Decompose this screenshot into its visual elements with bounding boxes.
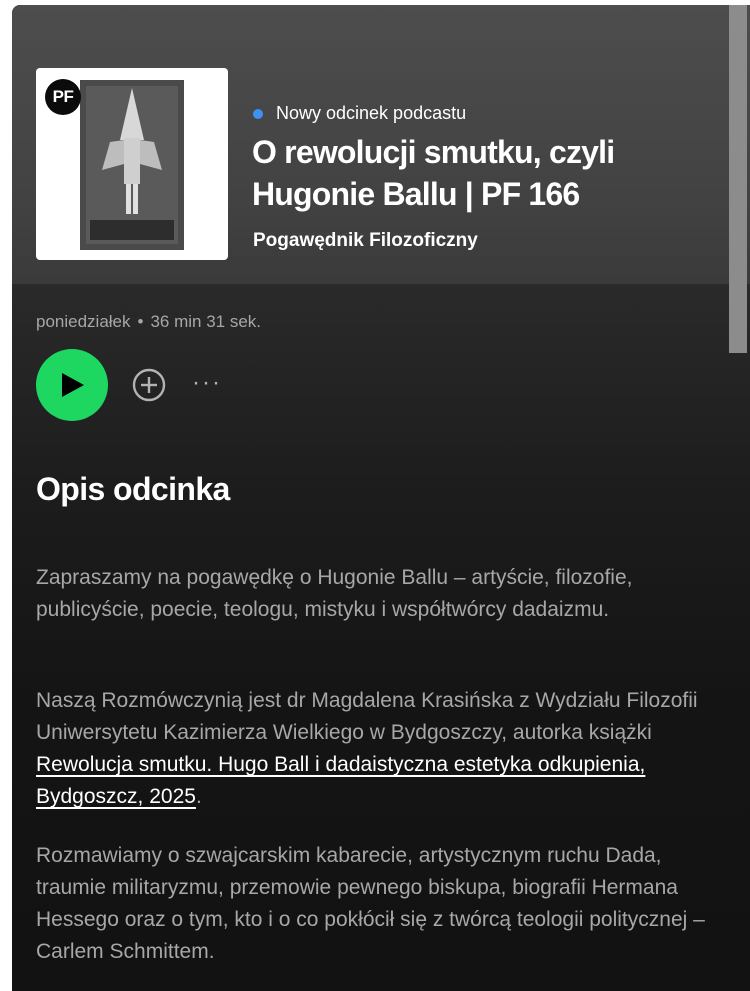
more-options-icon[interactable]: ··· — [192, 371, 228, 399]
play-button[interactable] — [36, 349, 108, 421]
meta-separator: • — [137, 312, 144, 331]
add-circle-icon[interactable] — [132, 368, 166, 402]
release-date: poniedziałek — [36, 312, 131, 331]
podcast-logo-badge: PF — [45, 79, 81, 115]
description-text: Naszą Rozmówczynią jest dr Magdalena Kra… — [36, 689, 698, 744]
description-text: . — [195, 785, 202, 808]
new-episode-label: Nowy odcinek podcastu — [276, 103, 467, 123]
new-indicator-dot — [253, 108, 263, 119]
description-paragraph: Zapraszamy na pogawędkę o Hugonie Ballu … — [36, 566, 633, 621]
show-name-link[interactable]: Pogawędnik Filozoficzny — [253, 230, 478, 252]
cover-photo — [80, 80, 184, 250]
book-link[interactable]: Rewolucja smutku. Hugo Ball i dadaistycz… — [36, 753, 645, 808]
play-icon — [62, 373, 84, 397]
episode-page: PF Nowy odcinek podcastu O rewolucji smu… — [12, 5, 750, 991]
cover-figure-illustration — [80, 80, 184, 250]
scrollbar-thumb[interactable] — [729, 5, 747, 353]
episode-meta: poniedziałek • 36 min 31 sek. — [36, 312, 261, 332]
description-heading: Opis odcinka — [36, 471, 230, 507]
new-episode-tag: Nowy odcinek podcastu — [253, 103, 466, 124]
episode-duration: 36 min 31 sek. — [150, 312, 262, 331]
description-paragraph: Naszą Rozmówczynią jest dr Magdalena Kra… — [36, 685, 716, 813]
episode-cover: PF — [36, 68, 228, 260]
episode-title: O rewolucji smutku, czyli Hugonie Ballu … — [252, 134, 615, 212]
description-paragraph: Rozmawiamy o szwajcarskim kabarecie, art… — [36, 844, 705, 963]
